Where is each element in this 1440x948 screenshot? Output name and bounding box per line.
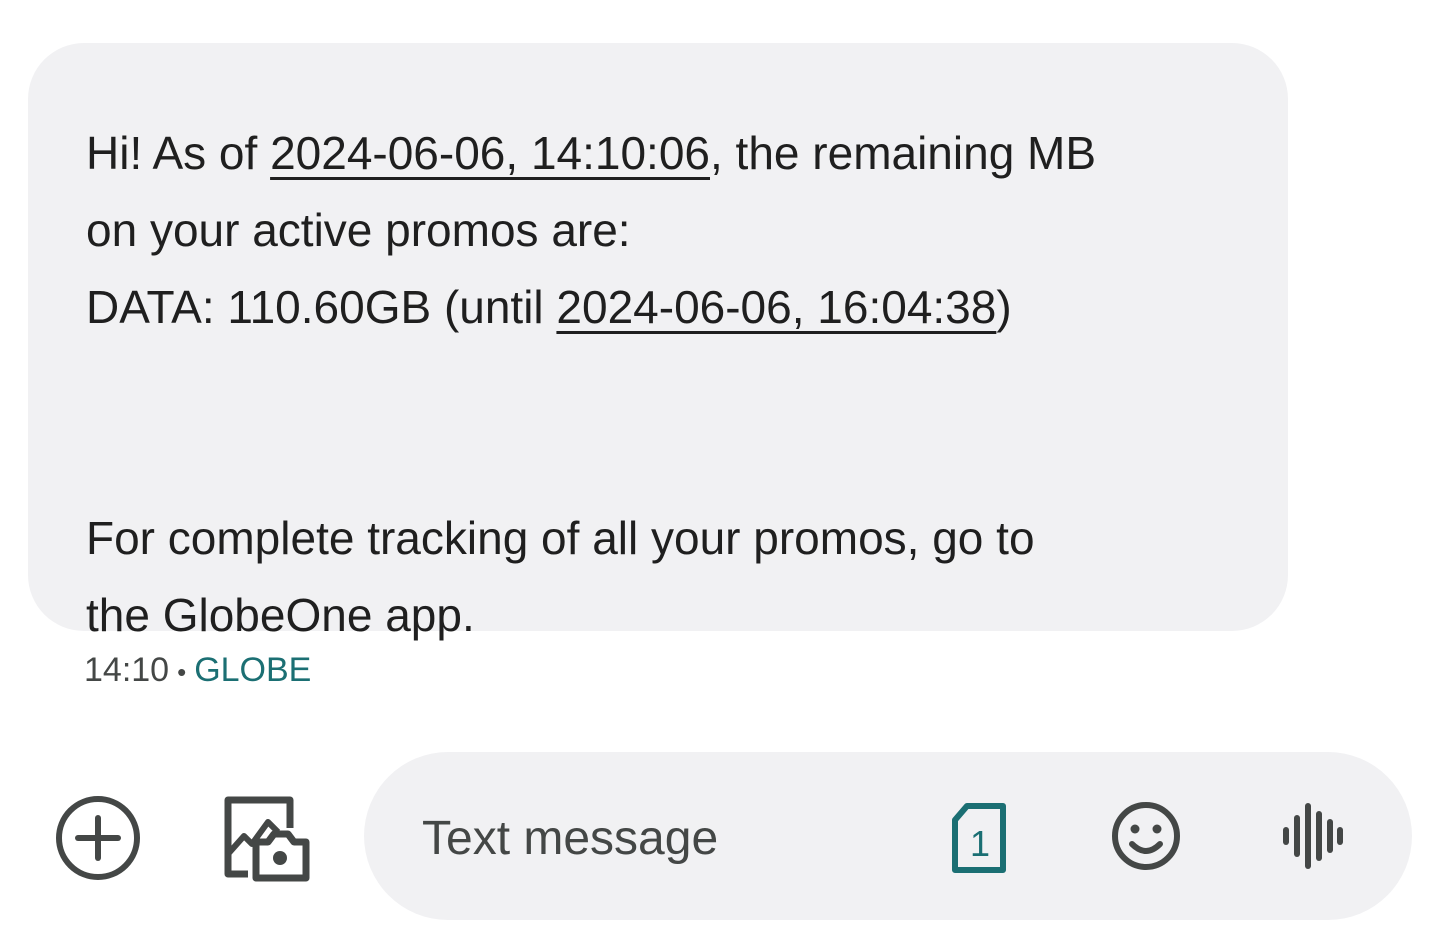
conversation-screen: Hi! As of 2024-06-06, 14:10:06, the rema… <box>0 0 1440 948</box>
gallery-camera-button[interactable] <box>220 792 312 884</box>
add-icon <box>56 796 140 880</box>
message-line-5: the GlobeOne app. <box>86 589 475 641</box>
emoji-icon <box>1112 802 1180 870</box>
sim-card-icon: 1 <box>952 803 1006 873</box>
date-link-2[interactable]: 2024-06-06, 16:04:38 <box>556 281 996 333</box>
incoming-message-bubble[interactable]: Hi! As of 2024-06-06, 14:10:06, the rema… <box>28 43 1288 641</box>
message-time: 14:10 <box>84 651 170 689</box>
message-sender: GLOBE <box>194 651 312 689</box>
message-line-1: Hi! As of 2024-06-06, 14:10:06, the rema… <box>86 127 1097 179</box>
gallery-camera-icon <box>224 796 310 882</box>
composer-bar: 1 <box>0 752 1440 922</box>
message-line-2: on your active promos are: <box>86 204 631 256</box>
sim-number: 1 <box>970 823 990 864</box>
message-input[interactable] <box>420 802 924 874</box>
meta-separator: • <box>177 657 187 687</box>
message-input-container: 1 <box>364 752 1412 920</box>
date-link-1[interactable]: 2024-06-06, 14:10:06 <box>270 127 710 179</box>
voice-message-button[interactable] <box>1276 798 1348 874</box>
add-attachment-button[interactable] <box>52 792 144 884</box>
emoji-button[interactable] <box>1108 798 1184 874</box>
message-line-3: DATA: 110.60GB (until 2024-06-06, 16:04:… <box>86 281 1012 333</box>
sim-select-button[interactable]: 1 <box>944 798 1014 878</box>
voice-waveform-icon <box>1283 803 1343 869</box>
message-line-4: For complete tracking of all your promos… <box>86 512 1035 564</box>
message-blank-lines <box>86 346 1228 500</box>
message-meta: 14:10 • GLOBE <box>84 648 311 694</box>
